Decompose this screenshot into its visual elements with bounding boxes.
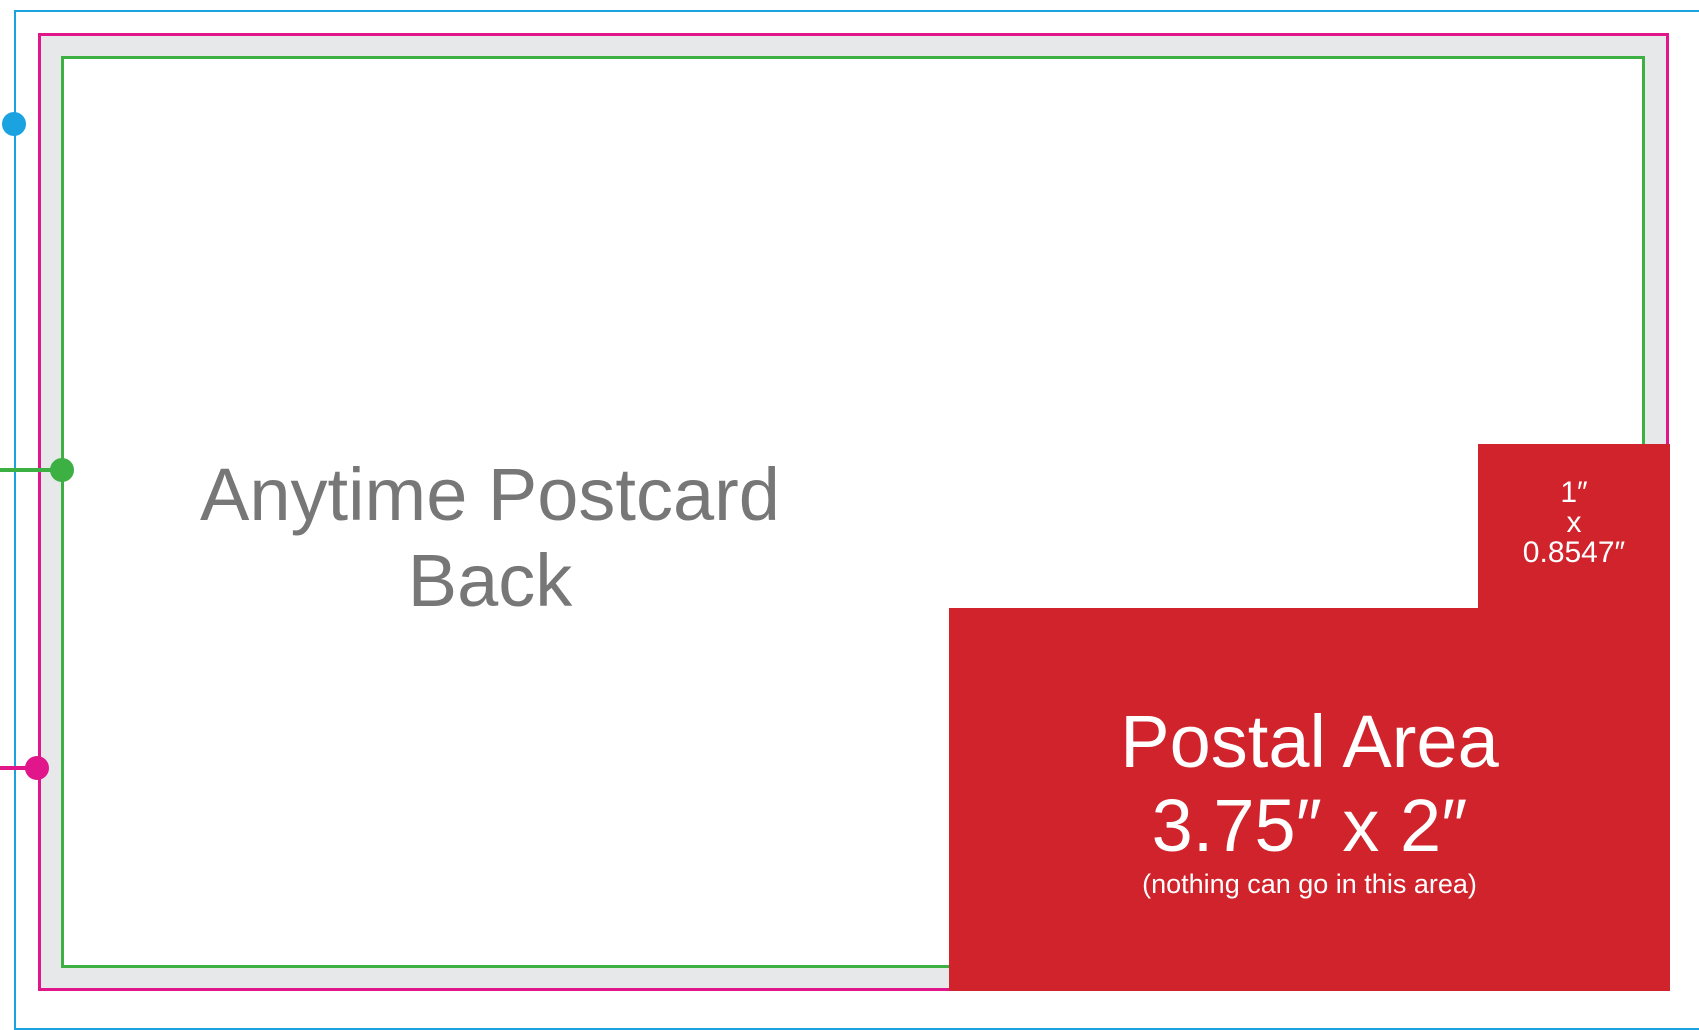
postal-area-size: 3.75″ x 2″ bbox=[1151, 784, 1468, 867]
safe-indicator-dot bbox=[50, 458, 74, 482]
postal-block-separator: x bbox=[1566, 506, 1582, 539]
card-title-line-1: Anytime Postcard bbox=[200, 453, 780, 536]
postal-area-note: (nothing can go in this area) bbox=[1142, 869, 1477, 899]
trim-indicator-dot bbox=[25, 756, 49, 780]
card-title: Anytime Postcard Back bbox=[150, 452, 830, 624]
bleed-indicator-dot bbox=[2, 112, 26, 136]
postal-area-title: Postal Area bbox=[1120, 700, 1499, 783]
postal-block-dimensions: 1″ x 0.8547″ bbox=[1478, 478, 1670, 568]
card-title-line-2: Back bbox=[407, 539, 573, 622]
postal-block-width: 1″ bbox=[1560, 476, 1588, 509]
postal-block-height: 0.8547″ bbox=[1522, 536, 1626, 569]
postal-area-label: Postal Area 3.75″ x 2″ (nothing can go i… bbox=[949, 700, 1670, 900]
